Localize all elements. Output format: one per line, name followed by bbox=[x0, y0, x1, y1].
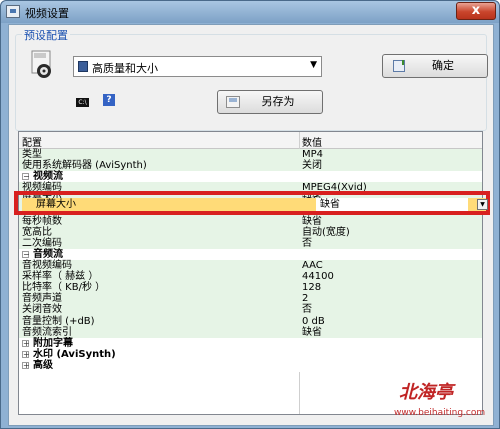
dropdown-arrow-icon[interactable]: ▼ bbox=[477, 199, 488, 210]
chevron-down-icon: ▼ bbox=[310, 60, 317, 70]
expand-icon[interactable]: + bbox=[22, 361, 30, 369]
grid-row-label: 高级 bbox=[33, 359, 53, 371]
save-as-button[interactable]: 另存为 bbox=[217, 90, 323, 114]
config-column-header[interactable]: 配置 bbox=[22, 134, 42, 149]
command-line-icon[interactable]: C:\ bbox=[76, 98, 89, 107]
watermark-url: www.beihaiting.com bbox=[394, 408, 486, 418]
window-title: 视频设置 bbox=[25, 7, 69, 20]
settings-grid[interactable]: 配置 数值 类型 MP4 使用系统解码器 (AviSynth) 关闭 − 视频流 视频编码 M… bbox=[18, 131, 483, 415]
expand-icon[interactable]: + bbox=[22, 339, 30, 347]
grid-section-row[interactable]: + 高级 bbox=[19, 359, 482, 372]
collapse-icon[interactable]: − bbox=[22, 250, 30, 258]
video-settings-window: 视频设置 x 预设配置 高质量和大小 ▼ 确定 C:\ ? 另存为 配置 数值 … bbox=[0, 0, 500, 429]
help-icon[interactable]: ? bbox=[103, 94, 115, 106]
highlight-annotation: 屏幕大小 缺省 ▼ bbox=[14, 191, 490, 215]
preset-group: 预设配置 高质量和大小 ▼ 确定 C:\ ? 另存为 bbox=[15, 27, 488, 131]
collapse-icon[interactable]: − bbox=[22, 173, 30, 181]
window-app-icon bbox=[6, 5, 20, 18]
selected-row-value[interactable]: 缺省 bbox=[316, 198, 468, 211]
grid-header: 配置 数值 bbox=[19, 132, 482, 149]
save-as-button-label: 另存为 bbox=[261, 95, 295, 108]
value-column-header[interactable]: 数值 bbox=[302, 134, 322, 149]
ok-button-label: 确定 bbox=[432, 59, 454, 72]
title-bar[interactable]: 视频设置 x bbox=[1, 1, 499, 23]
film-icon bbox=[78, 61, 88, 72]
dialog-body: 预设配置 高质量和大小 ▼ 确定 C:\ ? 另存为 配置 数值 类型 MP4 … bbox=[8, 24, 494, 426]
watermark-brand: 北海亭 bbox=[399, 382, 453, 403]
selected-row-label: 屏幕大小 bbox=[36, 199, 76, 210]
expand-icon[interactable]: + bbox=[22, 350, 30, 358]
close-button[interactable]: x bbox=[456, 2, 496, 20]
preset-select-value: 高质量和大小 bbox=[92, 62, 158, 75]
ok-button[interactable]: 确定 bbox=[382, 54, 488, 78]
preset-select[interactable]: 高质量和大小 ▼ bbox=[73, 56, 322, 77]
preset-group-legend: 预设配置 bbox=[22, 27, 70, 43]
selected-row[interactable]: 屏幕大小 缺省 ▼ bbox=[22, 198, 488, 211]
media-file-icon bbox=[31, 50, 51, 78]
